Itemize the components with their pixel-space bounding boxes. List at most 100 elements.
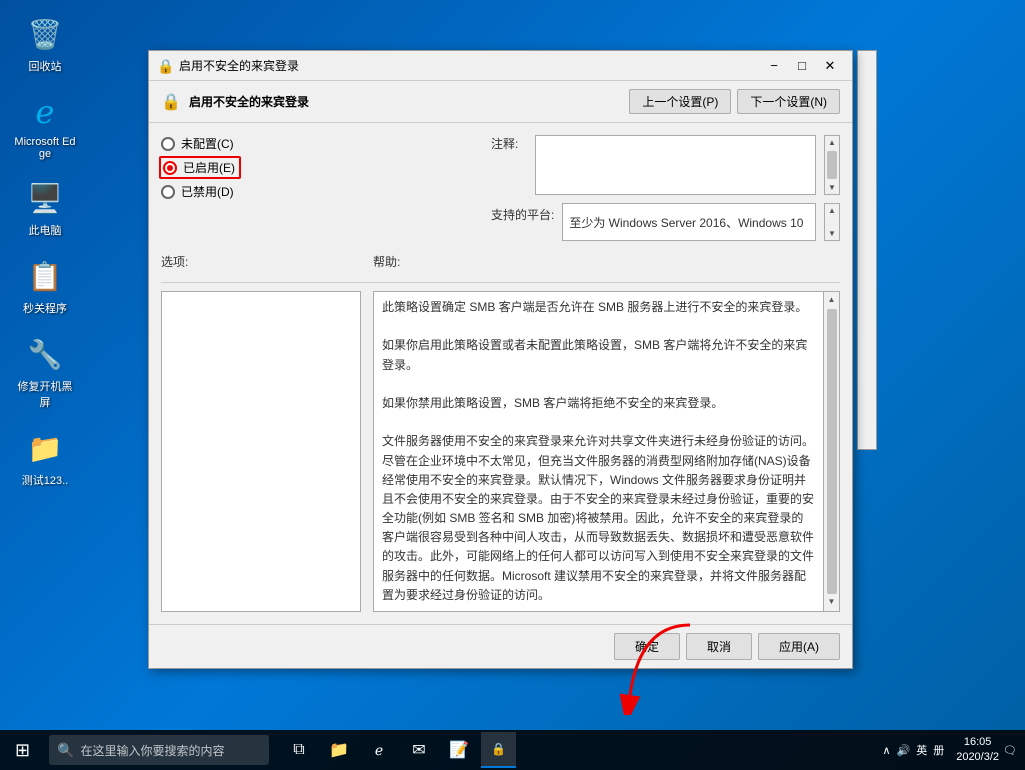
- repair-image: 🔧: [25, 334, 65, 374]
- note-section: 注释: ▲ ▼: [491, 135, 840, 195]
- test-folder-label: 测试123..: [22, 472, 68, 488]
- radio-disabled-circle[interactable]: [161, 185, 175, 199]
- notepad-icon: 📝: [449, 740, 469, 760]
- apply-button[interactable]: 应用(A): [758, 633, 840, 660]
- this-pc-label: 此电脑: [29, 222, 62, 238]
- dialog-footer: 确定 取消 应用(A): [149, 624, 852, 668]
- task-view-button[interactable]: ⧉: [281, 732, 317, 768]
- systray: ∧ 🔊 英 册: [882, 742, 944, 758]
- this-pc-image: 🖥️: [25, 178, 65, 218]
- file-explorer-icon: 📁: [329, 740, 349, 760]
- test-folder-icon[interactable]: 📁 测试123..: [10, 424, 80, 492]
- edge-taskbar-button[interactable]: ℯ: [361, 732, 397, 768]
- edge-image: ℯ: [25, 92, 65, 132]
- radio-enabled-label: 已启用(E): [183, 159, 235, 176]
- taskbar-search-icon: 🔍: [57, 742, 74, 759]
- repair-icon[interactable]: 🔧 修复开机黑屏: [10, 330, 80, 414]
- platform-label: 支持的平台:: [491, 203, 554, 223]
- clock-date: 2020/3/2: [956, 750, 999, 765]
- repair-label: 修复开机黑屏: [14, 378, 76, 410]
- cancel-button[interactable]: 取消: [686, 633, 752, 660]
- ok-button[interactable]: 确定: [614, 633, 680, 660]
- prev-setting-button[interactable]: 上一个设置(P): [629, 89, 731, 114]
- radio-not-configured-circle[interactable]: [161, 137, 175, 151]
- side-panel: [857, 50, 877, 450]
- taskbar: ⊞ 🔍 在这里输入你要搜索的内容 ⧉ 📁 ℯ ✉ 📝 🔒: [0, 730, 1025, 770]
- options-section-label: 选项:: [161, 253, 373, 270]
- taskbar-middle: ⧉ 📁 ℯ ✉ 📝 🔒: [281, 732, 516, 768]
- notepad-button[interactable]: 📝: [441, 732, 477, 768]
- dialog-titlebar: 🔒 启用不安全的来宾登录 − □ ✕: [149, 51, 852, 81]
- next-setting-button[interactable]: 下一个设置(N): [737, 89, 840, 114]
- note-scrollbar[interactable]: ▲ ▼: [824, 135, 840, 195]
- recycle-bin-icon[interactable]: 🗑️ 回收站: [10, 10, 80, 78]
- close-button[interactable]: ✕: [816, 55, 844, 77]
- this-pc-icon[interactable]: 🖥️ 此电脑: [10, 174, 80, 242]
- systray-chevron[interactable]: ∧: [882, 744, 890, 757]
- help-text: 此策略设置确定 SMB 客户端是否允许在 SMB 服务器上进行不安全的来宾登录。…: [382, 298, 831, 605]
- platform-scroll-down[interactable]: ▼: [826, 227, 838, 240]
- systray-volume[interactable]: 🔊: [897, 744, 911, 757]
- policy-header: 🔒 启用不安全的来宾登录 上一个设置(P) 下一个设置(N): [149, 81, 852, 123]
- radio-not-configured-label: 未配置(C): [181, 135, 234, 152]
- edge-taskbar-icon: ℯ: [375, 742, 383, 759]
- programs-icon[interactable]: 📋 秒关程序: [10, 252, 80, 320]
- mail-icon: ✉: [412, 740, 425, 760]
- help-section-label: 帮助:: [373, 253, 400, 270]
- dialog-title-text: 启用不安全的来宾登录: [179, 57, 760, 74]
- help-scroll-down[interactable]: ▼: [826, 594, 838, 611]
- active-app-icon: 🔒: [491, 742, 506, 756]
- programs-label: 秒关程序: [23, 300, 67, 316]
- radio-disabled-label: 已禁用(D): [181, 183, 234, 200]
- help-panel: 此策略设置确定 SMB 客户端是否允许在 SMB 服务器上进行不安全的来宾登录。…: [373, 291, 840, 612]
- scroll-thumb[interactable]: [827, 151, 837, 179]
- help-scroll-thumb[interactable]: [827, 309, 837, 594]
- minimize-button[interactable]: −: [760, 55, 788, 77]
- systray-input[interactable]: 册: [933, 742, 944, 758]
- options-panel: [161, 291, 361, 612]
- radio-not-configured[interactable]: 未配置(C): [161, 135, 321, 152]
- policy-nav-buttons: 上一个设置(P) 下一个设置(N): [629, 89, 840, 114]
- edge-label: Microsoft Edge: [14, 136, 76, 160]
- taskbar-right: ∧ 🔊 英 册 16:05 2020/3/2 🗨: [882, 735, 1025, 766]
- desktop-icons: 🗑️ 回收站 ℯ Microsoft Edge 🖥️ 此电脑 📋 秒关程序 🔧 …: [10, 10, 80, 492]
- note-label: 注释:: [491, 135, 527, 152]
- note-textarea[interactable]: [535, 135, 816, 195]
- task-view-icon: ⧉: [293, 741, 304, 759]
- radio-enabled-wrapper[interactable]: 已启用(E): [159, 156, 241, 179]
- maximize-button[interactable]: □: [788, 55, 816, 77]
- radio-disabled[interactable]: 已禁用(D): [161, 183, 321, 200]
- recycle-bin-label: 回收站: [29, 58, 62, 74]
- active-policy-app[interactable]: 🔒: [481, 732, 516, 768]
- programs-image: 📋: [25, 256, 65, 296]
- help-scroll-up[interactable]: ▲: [826, 292, 838, 309]
- taskbar-search-text: 在这里输入你要搜索的内容: [80, 742, 224, 759]
- platform-scrollbar[interactable]: ▲ ▼: [824, 203, 840, 241]
- recycle-bin-image: 🗑️: [25, 14, 65, 54]
- mail-button[interactable]: ✉: [401, 732, 437, 768]
- start-icon: ⊞: [15, 740, 30, 761]
- platform-section: 支持的平台: 至少为 Windows Server 2016、Windows 1…: [491, 203, 840, 241]
- options-help-row: 此策略设置确定 SMB 客户端是否允许在 SMB 服务器上进行不安全的来宾登录。…: [161, 282, 840, 612]
- platform-scroll-up[interactable]: ▲: [826, 204, 838, 217]
- policy-body: 未配置(C) 已启用(E) 已禁用(D): [149, 123, 852, 624]
- policy-header-title: 启用不安全的来宾登录: [189, 93, 629, 110]
- taskbar-search-bar[interactable]: 🔍 在这里输入你要搜索的内容: [49, 735, 269, 765]
- start-button[interactable]: ⊞: [0, 730, 45, 770]
- help-scrollbar[interactable]: ▲ ▼: [823, 292, 839, 611]
- systray-lang[interactable]: 英: [916, 742, 927, 758]
- section-labels: 选项: 帮助:: [161, 253, 840, 270]
- policy-header-icon: 🔒: [161, 92, 181, 112]
- desktop: 🗑️ 回收站 ℯ Microsoft Edge 🖥️ 此电脑 📋 秒关程序 🔧 …: [0, 0, 1025, 770]
- taskbar-clock[interactable]: 16:05 2020/3/2: [956, 735, 999, 766]
- test-folder-image: 📁: [25, 428, 65, 468]
- edge-icon-desktop[interactable]: ℯ Microsoft Edge: [10, 88, 80, 164]
- scroll-down-arrow[interactable]: ▼: [826, 181, 838, 194]
- file-explorer-button[interactable]: 📁: [321, 732, 357, 768]
- scroll-up-arrow[interactable]: ▲: [826, 136, 838, 149]
- notification-icon[interactable]: 🗨: [1003, 744, 1017, 757]
- dialog-title-icon: 🔒: [157, 58, 173, 74]
- policy-right-section: 注释: ▲ ▼ 支持的平台: 至少为 Windows Server 2016: [491, 135, 840, 241]
- radio-enabled-circle[interactable]: [163, 161, 177, 175]
- platform-value: 至少为 Windows Server 2016、Windows 10: [562, 203, 816, 241]
